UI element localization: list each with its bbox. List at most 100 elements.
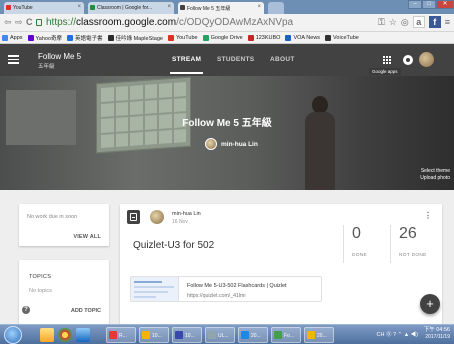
clock[interactable]: 下午 04:56 2017/11/19 <box>424 327 450 341</box>
bookmark-123kubo[interactable]: 123KUBO <box>247 34 281 41</box>
voicetube-icon <box>325 34 332 41</box>
taskbar-item[interactable]: UL... <box>205 327 235 343</box>
url-protocol: https:// <box>46 17 77 28</box>
close-tab-icon[interactable]: × <box>257 4 261 10</box>
tab-students[interactable]: STUDENTS <box>217 56 254 63</box>
lock-icon <box>36 19 42 26</box>
attachment-link[interactable]: Follow Me 5-U3-502 Flashcards | Quizlet … <box>130 276 322 302</box>
post-author: min-hua Lin <box>172 211 201 217</box>
topics-card: TOPICS No topics ? ADD TOPIC <box>19 260 109 324</box>
extension-icon[interactable]: ◎ <box>401 17 409 28</box>
more-options-icon[interactable]: ⋮ <box>424 212 432 220</box>
bookmark-youtube[interactable]: YouTube <box>167 34 198 41</box>
close-tab-icon[interactable]: × <box>77 4 81 10</box>
bookmark-label: 123KUBO <box>255 34 281 41</box>
key-icon[interactable]: ⚿ <box>378 17 385 28</box>
yahoo-icon <box>27 34 34 41</box>
author-avatar <box>150 210 164 224</box>
bookmark-maplestage[interactable]: 佳吟綠 MapleStage <box>107 34 163 42</box>
create-post-button[interactable]: + <box>420 294 440 314</box>
view-all-link[interactable]: VIEW ALL <box>73 234 101 240</box>
tab-about[interactable]: ABOUT <box>270 56 295 63</box>
close-tab-icon[interactable]: × <box>167 4 171 10</box>
taskbar-item[interactable]: R... <box>106 327 136 343</box>
tray-status-icons[interactable]: CH ⓪ ? ⌃ ▲ ◀) <box>376 330 418 338</box>
windows-taskbar: R... 10... 10... UL... 20... Fo... 20...… <box>0 324 454 344</box>
tab-label: YouTube <box>13 5 33 11</box>
done-count: 0 <box>352 225 361 242</box>
taskbar-item[interactable]: 20... <box>238 327 268 343</box>
address-bar: ⇦ ⇨ C https://classroom.google.com/c/ODQ… <box>0 14 454 32</box>
voa-icon <box>285 34 292 41</box>
youtube-favicon-icon <box>6 5 11 10</box>
done-stat[interactable]: 0 DONE <box>343 225 393 263</box>
help-icon[interactable]: ? <box>22 306 30 314</box>
bookmark-label: VOA News <box>293 34 321 41</box>
banner-teacher: min-hua Lin <box>205 138 258 150</box>
not-done-stat[interactable]: 26 NOT DONE <box>390 225 440 263</box>
clock-date: 2017/11/19 <box>425 334 450 340</box>
bookmark-yahoo[interactable]: Yahoo奇摩 <box>27 34 63 42</box>
taskbar-item-label: Fo... <box>284 333 295 339</box>
upcoming-text: No work due in soon <box>27 214 78 220</box>
book-icon <box>67 34 74 41</box>
close-window-button[interactable]: ✕ <box>436 0 454 9</box>
maximize-button[interactable]: □ <box>422 0 436 9</box>
post-title[interactable]: Quizlet-U3 for 502 <box>133 240 214 251</box>
facebook-icon[interactable]: f <box>428 16 441 28</box>
reload-icon[interactable]: C <box>26 17 33 27</box>
bookmark-label: VoiceTube <box>333 34 359 41</box>
done-label: DONE <box>352 253 368 258</box>
chrome-icon[interactable] <box>58 328 72 342</box>
hamburger-menu-icon[interactable] <box>8 55 19 64</box>
tab-stream[interactable]: STREAM <box>169 56 204 74</box>
topics-header: TOPICS <box>29 274 52 280</box>
bookmark-label: 佳吟綠 MapleStage <box>115 35 163 42</box>
google-apps-icon[interactable] <box>383 56 391 64</box>
teacher-name: min-hua Lin <box>221 140 258 148</box>
minimize-button[interactable]: – <box>408 0 422 9</box>
assignment-post[interactable]: min-hua Lin 16 Nov ⋮ Quizlet-U3 for 502 … <box>120 204 442 324</box>
window-controls: – □ ✕ <box>408 0 454 10</box>
select-theme-link[interactable]: Select theme <box>420 168 450 175</box>
upload-photo-link[interactable]: Upload photo <box>420 175 450 182</box>
bookmark-voa-news[interactable]: VOA News <box>285 34 321 41</box>
add-topic-button[interactable]: ADD TOPIC <box>71 308 101 314</box>
forward-icon[interactable]: ⇨ <box>15 17 23 28</box>
assignment-icon <box>127 210 140 224</box>
class-name[interactable]: Follow Me 5 <box>38 52 81 61</box>
browser-tab-classroom-info[interactable]: Classroom | Google for... × <box>88 2 174 14</box>
system-tray: CH ⓪ ? ⌃ ▲ ◀) <box>376 330 418 338</box>
teacher-avatar <box>205 138 217 150</box>
browser-tab-youtube[interactable]: YouTube × <box>4 2 84 14</box>
amazon-icon[interactable]: a <box>412 16 425 28</box>
browser-tab-strip: YouTube × Classroom | Google for... × Fo… <box>0 0 454 14</box>
start-button[interactable] <box>4 326 22 344</box>
taskbar-item[interactable]: Fo... <box>271 327 301 343</box>
bookmark-voicetube[interactable]: VoiceTube <box>325 34 359 41</box>
bookmark-label: Yahoo奇摩 <box>35 35 63 42</box>
bookmark-ebook[interactable]: 英語電子書 <box>67 34 103 42</box>
new-tab-button[interactable] <box>268 2 284 14</box>
classroom-settings-icon[interactable] <box>403 55 413 65</box>
taskbar-item[interactable]: 10... <box>139 327 169 343</box>
google-apps-tooltip: Google apps <box>369 68 401 75</box>
back-icon[interactable]: ⇦ <box>4 17 12 28</box>
menu-icon[interactable]: ≡ <box>445 17 450 27</box>
browser-tab-follow-me[interactable]: Follow Me 5 五年級 × <box>178 2 264 14</box>
bookmark-star-icon[interactable]: ☆ <box>389 17 397 28</box>
stream-content: No work due in soon VIEW ALL TOPICS No t… <box>0 190 454 324</box>
tab-label: Classroom | Google for... <box>97 5 153 11</box>
bookmark-apps[interactable]: Apps <box>2 34 23 41</box>
file-explorer-icon[interactable] <box>40 328 54 342</box>
taskbar-item[interactable]: 10... <box>172 327 202 343</box>
taskbar-item[interactable]: 20... <box>304 327 334 343</box>
taskbar-item-label: R... <box>119 333 127 339</box>
url-field[interactable]: https://classroom.google.com/c/ODQyODAwM… <box>46 17 293 28</box>
no-topics-text: No topics <box>29 288 52 294</box>
bookmark-google-drive[interactable]: Google Drive <box>202 34 243 41</box>
not-done-count: 26 <box>399 225 417 242</box>
user-avatar[interactable] <box>419 52 434 67</box>
attachment-title: Follow Me 5-U3-502 Flashcards | Quizlet <box>187 283 287 289</box>
media-player-icon[interactable] <box>76 328 90 342</box>
